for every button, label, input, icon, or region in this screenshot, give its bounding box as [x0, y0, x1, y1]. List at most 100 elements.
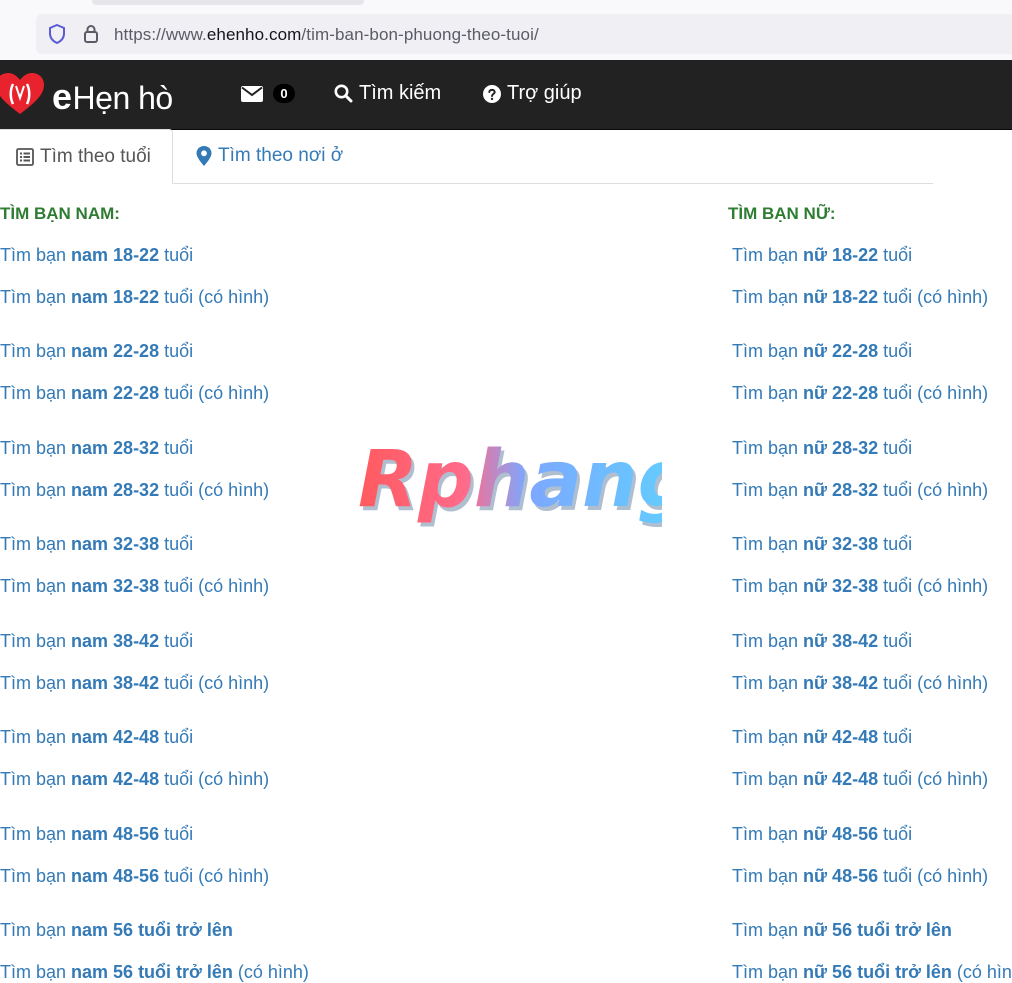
link-age-range: nữ 42-48 — [803, 769, 879, 789]
url-path: /tim-ban-bon-phuong-theo-tuoi/ — [301, 25, 539, 44]
link-prefix: Tìm bạn — [0, 673, 72, 693]
male-search-link[interactable]: Tìm bạn nam 48-56 tuổi — [0, 824, 193, 845]
link-prefix: Tìm bạn — [0, 480, 72, 500]
male-search-link[interactable]: Tìm bạn nam 38-42 tuổi — [0, 631, 193, 652]
male-search-link[interactable]: Tìm bạn nam 56 tuổi trở lên — [0, 920, 233, 941]
male-search-link[interactable]: Tìm bạn nam 18-22 tuổi — [0, 245, 193, 266]
female-search-link[interactable]: Tìm bạn nữ 32-38 tuổi — [732, 534, 912, 555]
male-search-link[interactable]: Tìm bạn nam 42-48 tuổi (có hình) — [0, 769, 269, 790]
tab-search-by-location-label: Tìm theo nơi ở — [218, 145, 344, 166]
male-search-link[interactable]: Tìm bạn nam 28-32 tuổi (có hình) — [0, 480, 269, 501]
logo-letter-e: e — [52, 76, 72, 117]
female-search-link[interactable]: Tìm bạn nữ 22-28 tuổi (có hình) — [732, 383, 988, 404]
help-nav-label: Trợ giúp — [507, 82, 582, 104]
tab-search-by-location[interactable]: Tìm theo nơi ở — [196, 129, 343, 183]
search-icon — [334, 84, 353, 103]
link-age-range: nam 18-22 — [71, 245, 160, 265]
female-search-link[interactable]: Tìm bạn nữ 38-42 tuổi — [732, 631, 912, 652]
search-nav-label: Tìm kiếm — [359, 82, 442, 104]
site-logo-text[interactable]: eHẹn hò — [52, 76, 173, 118]
female-search-heading: TÌM BẠN NỮ: — [728, 204, 836, 223]
link-age-range: nữ 28-32 — [803, 480, 879, 500]
lock-icon[interactable] — [83, 24, 99, 44]
watermark-text: Rphang — [358, 440, 662, 525]
female-search-link[interactable]: Tìm bạn nữ 32-38 tuổi (có hình) — [732, 576, 988, 597]
link-age-range: nữ 32-38 — [803, 576, 879, 596]
female-search-link[interactable]: Tìm bạn nữ 42-48 tuổi — [732, 727, 912, 748]
link-suffix: tuổi — [159, 534, 194, 554]
link-suffix: tuổi — [159, 341, 194, 361]
male-search-link[interactable]: Tìm bạn nam 28-32 tuổi — [0, 438, 193, 459]
question-circle-icon — [483, 84, 501, 103]
male-search-heading: TÌM BẠN NAM: — [0, 204, 120, 223]
female-search-link[interactable]: Tìm bạn nữ 28-32 tuổi — [732, 438, 912, 459]
list-alt-icon — [16, 147, 34, 166]
male-search-link[interactable]: Tìm bạn nam 22-28 tuổi (có hình) — [0, 383, 269, 404]
url-text[interactable]: https://www.ehenho.com/tim-ban-bon-phuon… — [114, 25, 539, 45]
link-age-range: nam 32-38 — [71, 576, 160, 596]
link-suffix: tuổi — [878, 341, 913, 361]
link-age-range: nam 28-32 — [71, 480, 160, 500]
link-age-range: nam 48-56 — [71, 824, 160, 844]
url-bar[interactable]: https://www.ehenho.com/tim-ban-bon-phuon… — [36, 14, 1012, 54]
browser-toolbar: https://www.ehenho.com/tim-ban-bon-phuon… — [0, 0, 1012, 61]
heart-logo-icon[interactable] — [0, 72, 46, 116]
link-suffix: tuổi (có hình) — [159, 480, 270, 500]
search-nav-link[interactable]: Tìm kiếm — [334, 82, 441, 105]
link-suffix: tuổi (có hình) — [878, 383, 989, 403]
male-search-link[interactable]: Tìm bạn nam 38-42 tuổi (có hình) — [0, 673, 269, 694]
male-search-link[interactable]: Tìm bạn nam 32-38 tuổi — [0, 534, 193, 555]
female-search-link[interactable]: Tìm bạn nữ 22-28 tuổi — [732, 341, 912, 362]
link-prefix: Tìm bạn — [0, 287, 72, 307]
female-search-link[interactable]: Tìm bạn nữ 48-56 tuổi (có hình) — [732, 866, 988, 887]
link-suffix: tuổi (có hình) — [159, 576, 270, 596]
link-age-range: nữ 56 tuổi trở lên — [803, 962, 952, 982]
female-search-link[interactable]: Tìm bạn nữ 56 tuổi trở lên — [732, 920, 952, 941]
link-suffix: (có hình) — [232, 962, 309, 982]
search-mode-tabs: Tìm theo tuổi Tìm theo nơi ở — [0, 129, 933, 184]
female-search-link[interactable]: Tìm bạn nữ 28-32 tuổi (có hình) — [732, 480, 988, 501]
male-search-link[interactable]: Tìm bạn nam 22-28 tuổi — [0, 341, 193, 362]
link-suffix: tuổi (có hình) — [878, 769, 989, 789]
female-search-link[interactable]: Tìm bạn nữ 38-42 tuổi (có hình) — [732, 673, 988, 694]
link-prefix: Tìm bạn — [0, 576, 72, 596]
link-prefix: Tìm bạn — [0, 824, 72, 844]
link-age-range: nữ 32-38 — [803, 534, 879, 554]
link-prefix: Tìm bạn — [0, 962, 72, 982]
link-prefix: Tìm bạn — [732, 245, 804, 265]
link-prefix: Tìm bạn — [732, 480, 804, 500]
link-prefix: Tìm bạn — [732, 673, 804, 693]
link-age-range: nam 22-28 — [71, 383, 160, 403]
link-age-range: nam 38-42 — [71, 631, 160, 651]
female-search-link[interactable]: Tìm bạn nữ 48-56 tuổi — [732, 824, 912, 845]
female-search-link[interactable]: Tìm bạn nữ 42-48 tuổi (có hình) — [732, 769, 988, 790]
site-navbar: eHẹn hò 0 Tìm kiếm Trợ giúp — [0, 60, 1012, 130]
messages-nav-item[interactable]: 0 — [241, 84, 295, 103]
link-suffix: tuổi (có hình) — [878, 480, 989, 500]
link-suffix: tuổi (có hình) — [878, 673, 989, 693]
male-search-link[interactable]: Tìm bạn nam 18-22 tuổi (có hình) — [0, 287, 269, 308]
male-search-link[interactable]: Tìm bạn nam 42-48 tuổi — [0, 727, 193, 748]
male-search-link[interactable]: Tìm bạn nam 32-38 tuổi (có hình) — [0, 576, 269, 597]
link-prefix: Tìm bạn — [0, 920, 72, 940]
female-search-link[interactable]: Tìm bạn nữ 18-22 tuổi (có hình) — [732, 287, 988, 308]
link-prefix: Tìm bạn — [732, 534, 804, 554]
link-suffix: tuổi — [878, 824, 913, 844]
link-age-range: nữ 48-56 — [803, 866, 879, 886]
shield-icon[interactable] — [48, 24, 66, 44]
tab-search-by-age[interactable]: Tìm theo tuổi — [0, 129, 173, 184]
link-age-range: nam 38-42 — [71, 673, 160, 693]
link-age-range: nam 56 tuổi trở lên — [71, 962, 233, 982]
male-search-link[interactable]: Tìm bạn nam 48-56 tuổi (có hình) — [0, 866, 269, 887]
male-search-link[interactable]: Tìm bạn nam 56 tuổi trở lên (có hình) — [0, 962, 309, 983]
female-search-link[interactable]: Tìm bạn nữ 18-22 tuổi — [732, 245, 912, 266]
link-suffix: tuổi (có hình) — [159, 769, 270, 789]
link-prefix: Tìm bạn — [732, 824, 804, 844]
browser-tab[interactable] — [92, 0, 364, 5]
map-marker-icon — [196, 146, 212, 166]
female-search-link[interactable]: Tìm bạn nữ 56 tuổi trở lên (có hình) — [732, 962, 1012, 983]
help-nav-link[interactable]: Trợ giúp — [483, 82, 582, 105]
link-suffix: tuổi (có hình) — [159, 287, 270, 307]
link-age-range: nam 48-56 — [71, 866, 160, 886]
link-age-range: nữ 56 tuổi trở lên — [803, 920, 952, 940]
